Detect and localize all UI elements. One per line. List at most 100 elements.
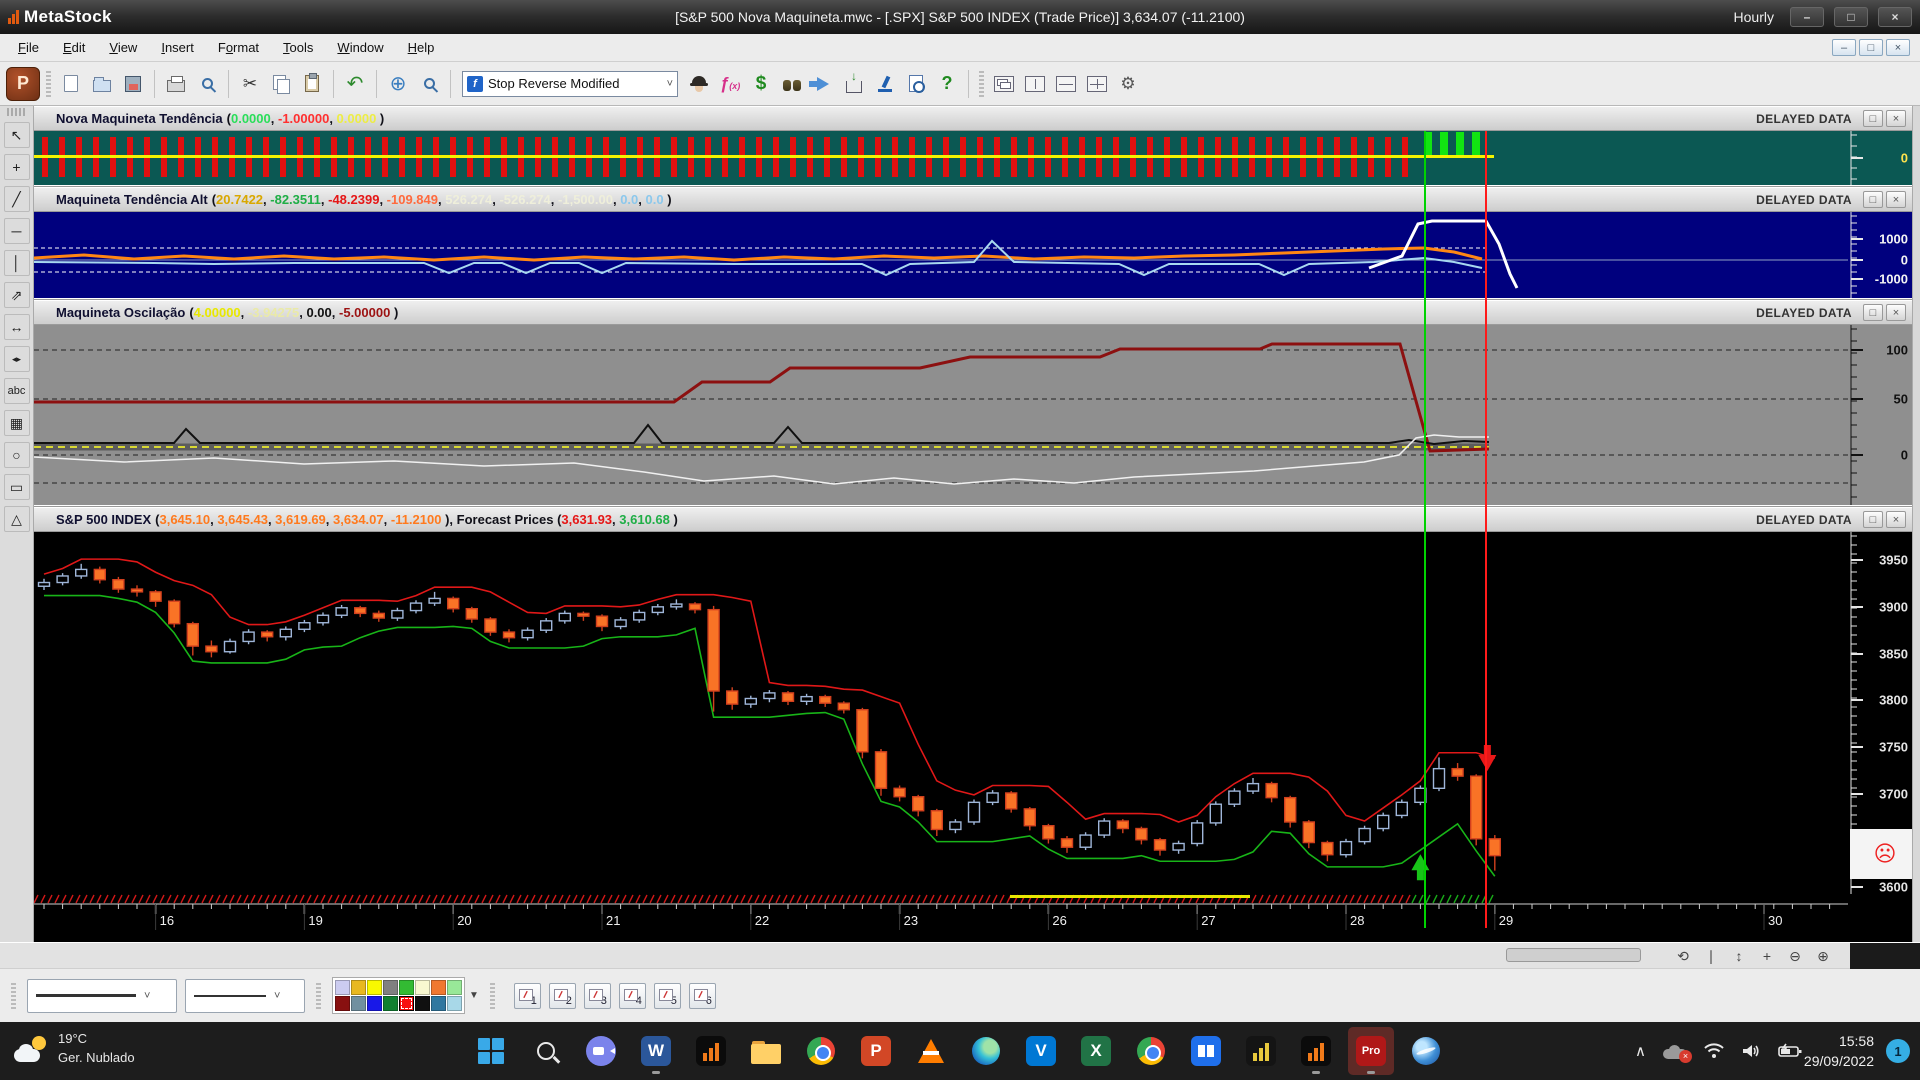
palette-more-icon[interactable]: ▼ <box>469 990 479 1001</box>
taskbar-icon-chrome[interactable] <box>798 1027 844 1075</box>
menu-format[interactable]: Format <box>206 36 271 59</box>
toolbar2-grip-2[interactable] <box>316 983 321 1009</box>
print-preview-button[interactable] <box>193 70 221 98</box>
taskbar-icon-metastock-active[interactable] <box>1293 1027 1339 1075</box>
color-swatch[interactable] <box>431 996 446 1011</box>
trendline-tool[interactable]: ╱ <box>4 186 30 212</box>
tile-vertical-button[interactable] <box>1021 70 1049 98</box>
workspace-options-button[interactable]: ⚙ <box>1114 70 1142 98</box>
color-swatch[interactable] <box>367 996 382 1011</box>
tray-chevron-up-icon[interactable]: ∧ <box>1635 1042 1646 1060</box>
open-button[interactable] <box>88 70 116 98</box>
pointer-tool[interactable]: ↖ <box>4 122 30 148</box>
close-icon[interactable]: × <box>1878 7 1912 27</box>
mdi-minimize-icon[interactable]: – <box>1832 39 1856 56</box>
zoom-in-icon[interactable]: ⊕ <box>1812 946 1834 966</box>
layout-button-6[interactable]: 6 <box>689 983 716 1009</box>
panel-restore-icon[interactable]: □ <box>1863 110 1883 127</box>
taskbar-icon-power-bi[interactable] <box>1238 1027 1284 1075</box>
vertical-scrollbar[interactable] <box>1912 106 1920 942</box>
indicator-builder-button[interactable]: ƒ(x) <box>716 70 744 98</box>
taskbar-icon-blue-sphere-app[interactable] <box>1403 1027 1449 1075</box>
color-swatch[interactable] <box>399 980 414 995</box>
color-swatch[interactable] <box>447 996 462 1011</box>
taskbar-icon-browser[interactable] <box>1128 1027 1174 1075</box>
layout-button-4[interactable]: 4 <box>619 983 646 1009</box>
expand-tool[interactable]: ↔ <box>4 314 30 340</box>
color-swatch[interactable] <box>351 996 366 1011</box>
minimize-icon[interactable]: – <box>1790 7 1824 27</box>
taskbar-icon-search[interactable] <box>523 1027 569 1075</box>
taskbar-icon-excel[interactable]: X <box>1073 1027 1119 1075</box>
maximize-icon[interactable]: □ <box>1834 7 1868 27</box>
mdi-close-icon[interactable]: × <box>1886 39 1910 56</box>
system-tester-button[interactable]: $ <box>747 70 775 98</box>
metastock-pro-icon[interactable]: P <box>6 67 40 101</box>
mdi-restore-icon[interactable]: □ <box>1859 39 1883 56</box>
tendencia-alt-chart[interactable]: 10000-1000 <box>34 212 1920 298</box>
panel-close-icon[interactable]: × <box>1886 511 1906 528</box>
menu-view[interactable]: View <box>97 36 149 59</box>
taskbar-icon-vlc[interactable] <box>908 1027 954 1075</box>
date-axis[interactable]: 1619202122232627282930 <box>34 894 1920 930</box>
y-axis[interactable]: 100500 <box>1850 325 1920 505</box>
taskbar-icon-visual-studio[interactable]: V <box>1018 1027 1064 1075</box>
menu-insert[interactable]: Insert <box>149 36 206 59</box>
pan-icon[interactable]: + <box>1756 946 1778 966</box>
new-chart-button[interactable] <box>57 70 85 98</box>
panel-close-icon[interactable]: × <box>1886 191 1906 208</box>
horizontal-line-tool[interactable]: ─ <box>4 218 30 244</box>
volume-icon[interactable] <box>1741 1043 1761 1059</box>
splitter-handle[interactable]: ◂▸ <box>4 346 30 372</box>
copy-button[interactable] <box>267 70 295 98</box>
line-weight-combo[interactable]: ˅ <box>185 979 305 1013</box>
horizontal-scrollbar-thumb[interactable] <box>1506 948 1641 962</box>
color-swatch[interactable] <box>351 980 366 995</box>
price-chart[interactable]: 395039003850380037503700365036003634.070 <box>34 532 1920 894</box>
panel-header-oscilacao[interactable]: Maquineta Oscilação (4.00000, -3.94275, … <box>34 300 1920 325</box>
panel-header-tendencia-alt[interactable]: Maquineta Tendência Alt (20.7422, -82.35… <box>34 187 1920 212</box>
taskbar-icon-powerpoint[interactable]: P <box>853 1027 899 1075</box>
tile-horizontal-button[interactable] <box>1052 70 1080 98</box>
text-tool[interactable]: abc <box>4 378 30 404</box>
template-combo[interactable]: f Stop Reverse Modified ˅ <box>462 71 678 97</box>
color-swatch[interactable] <box>335 996 350 1011</box>
explorer-button[interactable] <box>778 70 806 98</box>
ellipse-tool[interactable]: ○ <box>4 442 30 468</box>
color-swatch[interactable] <box>415 996 430 1011</box>
menu-window[interactable]: Window <box>325 36 395 59</box>
menu-edit[interactable]: Edit <box>51 36 97 59</box>
crosshair-tool[interactable]: + <box>4 154 30 180</box>
triangle-tool[interactable]: △ <box>4 506 30 532</box>
onedrive-error-icon[interactable]: × <box>1663 1044 1687 1059</box>
clock[interactable]: 15:58 29/09/2022 <box>1804 1031 1874 1072</box>
color-swatch[interactable] <box>399 996 414 1011</box>
taskbar-icon-metastock[interactable] <box>688 1027 734 1075</box>
taskbar-icon-edge[interactable] <box>963 1027 1009 1075</box>
zoom-button[interactable] <box>415 70 443 98</box>
color-swatch[interactable] <box>335 980 350 995</box>
panel-restore-icon[interactable]: □ <box>1863 304 1883 321</box>
toolbar-grip-2[interactable] <box>979 71 984 97</box>
taskbar-icon-chat[interactable] <box>578 1027 624 1075</box>
taskbar-icon-store[interactable] <box>1183 1027 1229 1075</box>
layout-button-1[interactable]: 1 <box>514 983 541 1009</box>
tile-grid-button[interactable] <box>1083 70 1111 98</box>
toolbar-grip[interactable] <box>46 71 51 97</box>
weather-widget[interactable]: 19°C Ger. Nublado <box>14 1030 135 1068</box>
y-axis[interactable]: 0 <box>1850 131 1920 185</box>
color-swatch[interactable] <box>415 980 430 995</box>
report-button[interactable] <box>902 70 930 98</box>
panel-header-tendencia[interactable]: Nova Maquineta Tendência (0.0000, -1.000… <box>34 106 1920 131</box>
color-swatch[interactable] <box>431 980 446 995</box>
vertical-line-tool[interactable]: │ <box>4 250 30 276</box>
color-swatch[interactable] <box>367 980 382 995</box>
panel-header-price[interactable]: S&P 500 INDEX (3,645.10, 3,645.43, 3,619… <box>34 507 1920 532</box>
menu-file[interactable]: File <box>6 36 51 59</box>
notification-badge[interactable]: 1 <box>1886 1039 1910 1063</box>
panel-close-icon[interactable]: × <box>1886 110 1906 127</box>
panel-restore-icon[interactable]: □ <box>1863 511 1883 528</box>
taskbar-icon-word[interactable]: W <box>633 1027 679 1075</box>
rectangle-tool[interactable]: ▭ <box>4 474 30 500</box>
expert-advisor-button[interactable] <box>685 70 713 98</box>
